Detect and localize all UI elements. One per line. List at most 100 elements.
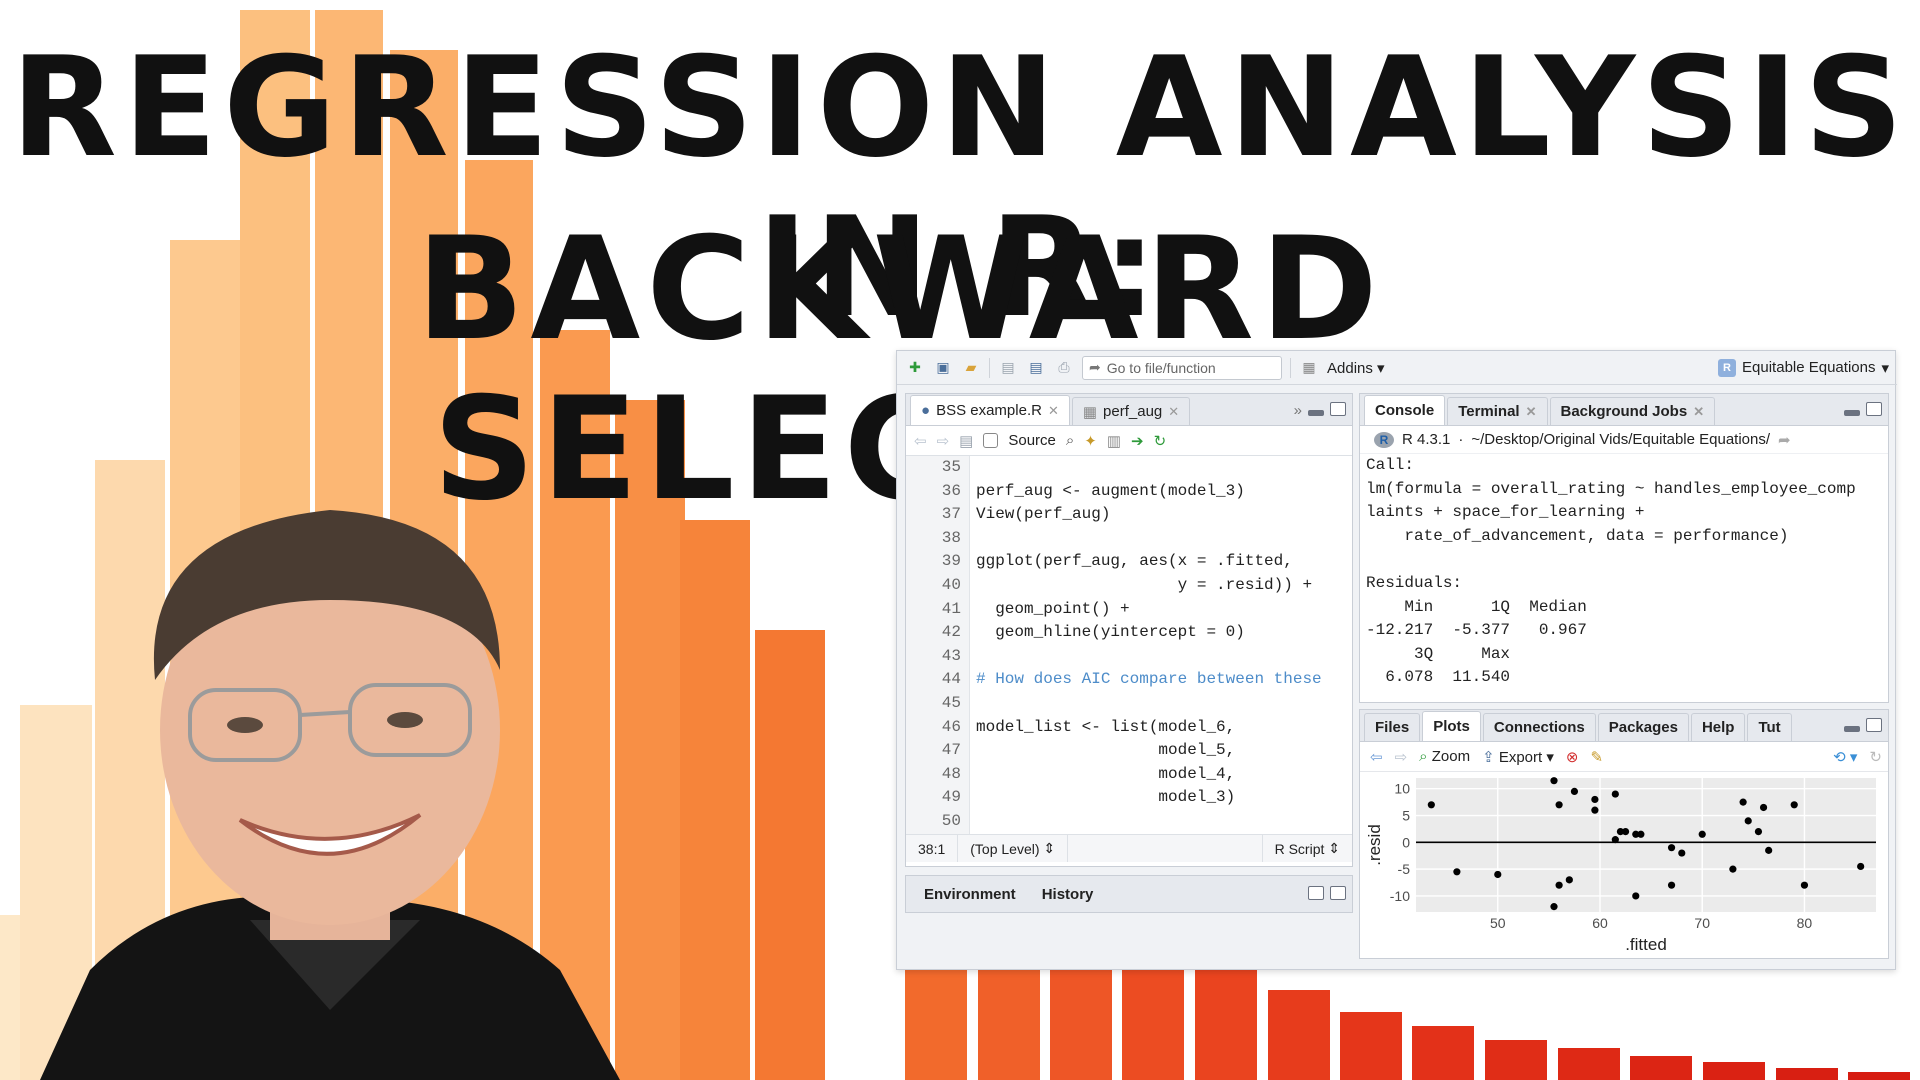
open-folder-icon[interactable]: ▰: [961, 358, 981, 378]
line-number: 46: [941, 717, 961, 736]
maximize-icon[interactable]: [1330, 402, 1346, 416]
minimize-icon[interactable]: [1844, 410, 1860, 416]
code-line[interactable]: [976, 527, 1322, 551]
code-line[interactable]: y = .resid)) +: [976, 574, 1322, 598]
code-line[interactable]: # How does AIC compare between these: [976, 668, 1322, 692]
background-bar: [1195, 970, 1257, 1080]
save-all-icon[interactable]: ▤: [1026, 358, 1046, 378]
data-point: [1857, 862, 1865, 871]
export-button[interactable]: ⇪ Export ▾: [1482, 748, 1554, 766]
maximize-icon[interactable]: [1866, 402, 1882, 416]
maximize-icon[interactable]: [1330, 886, 1346, 900]
forward-arrow-icon[interactable]: ⇨: [1395, 748, 1408, 766]
code-line[interactable]: model_4,: [976, 763, 1322, 787]
code-line[interactable]: [976, 456, 1322, 480]
code-area[interactable]: 35363738394041424344454647484950515253 p…: [906, 456, 1352, 834]
new-project-icon[interactable]: ▣: [933, 358, 953, 378]
tab-console[interactable]: Console: [1364, 395, 1446, 425]
search-icon[interactable]: ⌕: [1066, 432, 1074, 449]
tab-help[interactable]: Help: [1690, 713, 1746, 741]
close-icon[interactable]: ✕: [1168, 404, 1179, 420]
tab-plots[interactable]: Plots: [1422, 711, 1481, 741]
console-line: Call:: [1366, 456, 1415, 474]
project-menu[interactable]: R Equitable Equations ▾: [1718, 358, 1889, 377]
plot-panel: [1416, 778, 1876, 912]
publish-icon[interactable]: ⟲ ▾: [1833, 748, 1857, 766]
grid-layout-icon[interactable]: ▦: [1299, 358, 1319, 378]
minimize-icon[interactable]: [1844, 726, 1860, 732]
data-point: [1632, 892, 1640, 900]
code-line[interactable]: [976, 810, 1322, 834]
run-icon[interactable]: ➔: [1131, 432, 1144, 450]
clear-plots-icon[interactable]: ✎: [1590, 748, 1603, 766]
minimize-icon[interactable]: [1308, 410, 1324, 416]
scope-selector[interactable]: (Top Level) ⇕: [958, 835, 1069, 862]
restore-icon[interactable]: [1308, 886, 1324, 900]
y-axis-label: .resid: [1365, 824, 1384, 866]
close-icon[interactable]: ✕: [1526, 404, 1537, 420]
source-on-save-checkbox[interactable]: [983, 433, 999, 448]
code-line[interactable]: perf_aug <- augment(model_3): [976, 480, 1322, 504]
save-icon[interactable]: ▤: [959, 432, 973, 450]
data-point: [1611, 790, 1619, 798]
remove-plot-icon[interactable]: ⊗: [1566, 748, 1579, 766]
back-arrow-icon[interactable]: ⇦: [914, 432, 927, 450]
tab-history[interactable]: History: [1031, 878, 1104, 910]
goto-directory-icon[interactable]: ➦: [1778, 431, 1791, 449]
code-line[interactable]: geom_hline(yintercept = 0): [976, 621, 1322, 645]
export-icon: ⇪: [1482, 748, 1495, 766]
close-icon[interactable]: ✕: [1693, 404, 1704, 420]
tab-files[interactable]: Files: [1364, 713, 1421, 741]
tab-packages[interactable]: Packages: [1597, 713, 1689, 741]
tab-label: Files: [1375, 719, 1410, 736]
console-output[interactable]: Call: lm(formula = overall_rating ~ handl…: [1360, 454, 1888, 690]
maximize-icon[interactable]: [1866, 718, 1882, 732]
code-line[interactable]: [976, 692, 1322, 716]
goto-file-input[interactable]: ➦ Go to file/function: [1082, 355, 1282, 380]
data-point: [1739, 798, 1747, 806]
project-icon: R: [1718, 358, 1737, 377]
tab-label: Plots: [1433, 718, 1470, 735]
close-icon[interactable]: ✕: [1048, 403, 1059, 419]
tab-terminal[interactable]: Terminal ✕: [1447, 397, 1548, 425]
code-text[interactable]: perf_aug <- augment(model_3) View(perf_au…: [970, 456, 1322, 834]
new-file-icon[interactable]: ✚: [905, 358, 925, 378]
print-icon[interactable]: ⎙: [1054, 358, 1074, 378]
tab-label: perf_aug: [1103, 403, 1163, 420]
magic-wand-icon[interactable]: ✦: [1084, 432, 1097, 450]
working-directory[interactable]: ~/Desktop/Original Vids/Equitable Equati…: [1471, 431, 1770, 448]
more-tabs-icon[interactable]: »: [1294, 402, 1302, 419]
tab-background-jobs[interactable]: Background Jobs ✕: [1549, 397, 1716, 425]
y-tick-label: 5: [1402, 808, 1410, 824]
x-tick-label: 60: [1592, 915, 1608, 931]
forward-arrow-icon[interactable]: ⇨: [937, 432, 950, 450]
console-line: Residuals:: [1366, 573, 1463, 592]
code-line[interactable]: lapply(model_list,: [976, 834, 1322, 835]
tab-environment[interactable]: Environment: [914, 878, 1026, 910]
code-line[interactable]: ggplot(perf_aug, aes(x = .fitted,: [976, 550, 1322, 574]
code-line[interactable]: geom_point() +: [976, 598, 1322, 622]
scope-label: (Top Level): [970, 840, 1040, 857]
compile-report-icon[interactable]: ▥: [1107, 432, 1121, 450]
code-line[interactable]: model_5,: [976, 739, 1322, 763]
save-icon[interactable]: ▤: [998, 358, 1018, 378]
data-point: [1565, 876, 1573, 884]
zoom-button[interactable]: ⌕ Zoom: [1419, 748, 1470, 765]
tab-perf-aug[interactable]: ▦ perf_aug ✕: [1071, 397, 1191, 425]
file-type-selector[interactable]: R Script ⇕: [1261, 835, 1352, 862]
code-line[interactable]: model_list <- list(model_6,: [976, 716, 1322, 740]
line-number: 42: [941, 623, 961, 642]
code-line[interactable]: model_3): [976, 786, 1322, 810]
tab-connections[interactable]: Connections: [1482, 713, 1596, 741]
console-line: laints + space_for_learning +: [1366, 503, 1645, 522]
data-point: [1550, 903, 1558, 911]
code-line[interactable]: View(perf_aug): [976, 503, 1322, 527]
code-line[interactable]: [976, 645, 1322, 669]
refresh-icon[interactable]: ↻: [1869, 748, 1882, 766]
addins-menu[interactable]: Addins ▾: [1327, 359, 1385, 377]
tab-tutorial[interactable]: Tut: [1747, 713, 1792, 741]
rerun-icon[interactable]: ↻: [1154, 432, 1167, 450]
line-number: 41: [941, 599, 961, 618]
tab-bss-example[interactable]: ● BSS example.R ✕: [910, 395, 1070, 425]
back-arrow-icon[interactable]: ⇦: [1370, 748, 1383, 766]
